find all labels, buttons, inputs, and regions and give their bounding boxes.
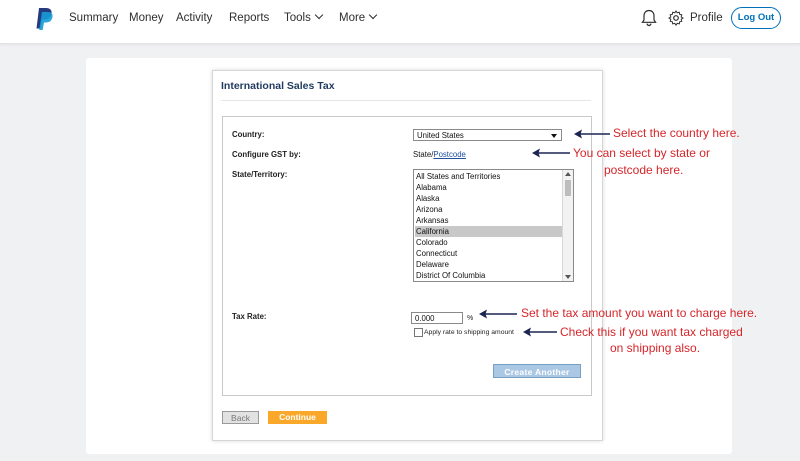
state-listbox[interactable]: All States and Territories Alabama Alask… xyxy=(413,169,574,282)
tax-rate-input[interactable]: 0.000 xyxy=(411,312,463,324)
scrollbar-thumb[interactable] xyxy=(565,180,571,196)
dropdown-arrow-icon xyxy=(551,134,557,138)
nav-money[interactable]: Money xyxy=(129,0,164,43)
nav-more[interactable]: More xyxy=(339,0,378,43)
postcode-link[interactable]: Postcode xyxy=(433,150,466,159)
shipping-checkbox-label: Apply rate to shipping amount xyxy=(424,329,514,336)
country-selected-value: United States xyxy=(417,131,464,140)
list-item[interactable]: Arizona xyxy=(415,204,564,215)
profile-link[interactable]: Profile xyxy=(690,0,723,36)
configure-gst-label: Configure GST by: xyxy=(232,150,301,159)
list-item[interactable]: Colorado xyxy=(415,237,564,248)
list-item[interactable]: Alabama xyxy=(415,182,564,193)
configure-by-options: State/Postcode xyxy=(413,150,466,159)
top-navigation-bar: Summary Money Activity Reports Tools Mor… xyxy=(0,0,800,44)
list-item[interactable]: Alaska xyxy=(415,193,564,204)
paypal-logo-icon[interactable] xyxy=(34,7,54,31)
nav-summary[interactable]: Summary xyxy=(69,0,118,43)
create-another-button[interactable]: Create Another xyxy=(493,364,581,378)
nav-activity[interactable]: Activity xyxy=(176,0,212,43)
state-territory-label: State/Territory: xyxy=(232,170,288,179)
percent-sign: % xyxy=(467,315,474,322)
annotation-state-line2: postcode here. xyxy=(604,163,684,177)
back-button[interactable]: Back xyxy=(222,411,259,424)
scroll-down-icon[interactable] xyxy=(565,275,571,279)
list-item[interactable]: All States and Territories xyxy=(415,171,564,182)
panel-title: International Sales Tax xyxy=(221,80,335,92)
nav-tools[interactable]: Tools xyxy=(284,0,324,43)
annotation-shipping-line1: Check this if you want tax charged xyxy=(560,325,743,339)
nav-reports[interactable]: Reports xyxy=(229,0,269,43)
list-item[interactable]: Arkansas xyxy=(415,215,564,226)
list-item[interactable]: District Of Columbia xyxy=(415,270,564,281)
annotation-arrow-icon xyxy=(532,148,570,158)
nav-more-label: More xyxy=(339,12,366,24)
list-item[interactable]: Delaware xyxy=(415,259,564,270)
divider xyxy=(221,100,591,101)
annotation-tax: Set the tax amount you want to charge he… xyxy=(521,306,758,320)
gear-icon[interactable] xyxy=(668,10,684,26)
nav-tools-label: Tools xyxy=(284,12,311,24)
country-label: Country: xyxy=(232,130,265,139)
listbox-scrollbar[interactable] xyxy=(562,170,573,281)
scroll-up-icon[interactable] xyxy=(565,172,571,176)
annotation-arrow-icon xyxy=(523,327,557,337)
list-item[interactable]: Connecticut xyxy=(415,248,564,259)
chevron-down-icon xyxy=(314,10,324,20)
annotation-arrow-icon xyxy=(479,309,517,319)
chevron-down-icon xyxy=(368,10,378,20)
shipping-checkbox[interactable] xyxy=(414,328,423,337)
list-item-selected[interactable]: California xyxy=(415,226,564,237)
tax-rate-label: Tax Rate: xyxy=(232,312,267,321)
annotation-arrow-icon xyxy=(574,129,610,139)
annotation-shipping-line2: on shipping also. xyxy=(610,341,701,355)
continue-button[interactable]: Continue xyxy=(268,411,327,424)
annotation-state-line1: You can select by state or xyxy=(573,146,710,160)
logout-button[interactable]: Log Out xyxy=(731,7,781,29)
bell-icon[interactable] xyxy=(641,9,657,27)
state-option: State/ xyxy=(413,150,434,159)
annotation-country: Select the country here. xyxy=(613,126,740,140)
country-select[interactable]: United States xyxy=(413,129,562,141)
